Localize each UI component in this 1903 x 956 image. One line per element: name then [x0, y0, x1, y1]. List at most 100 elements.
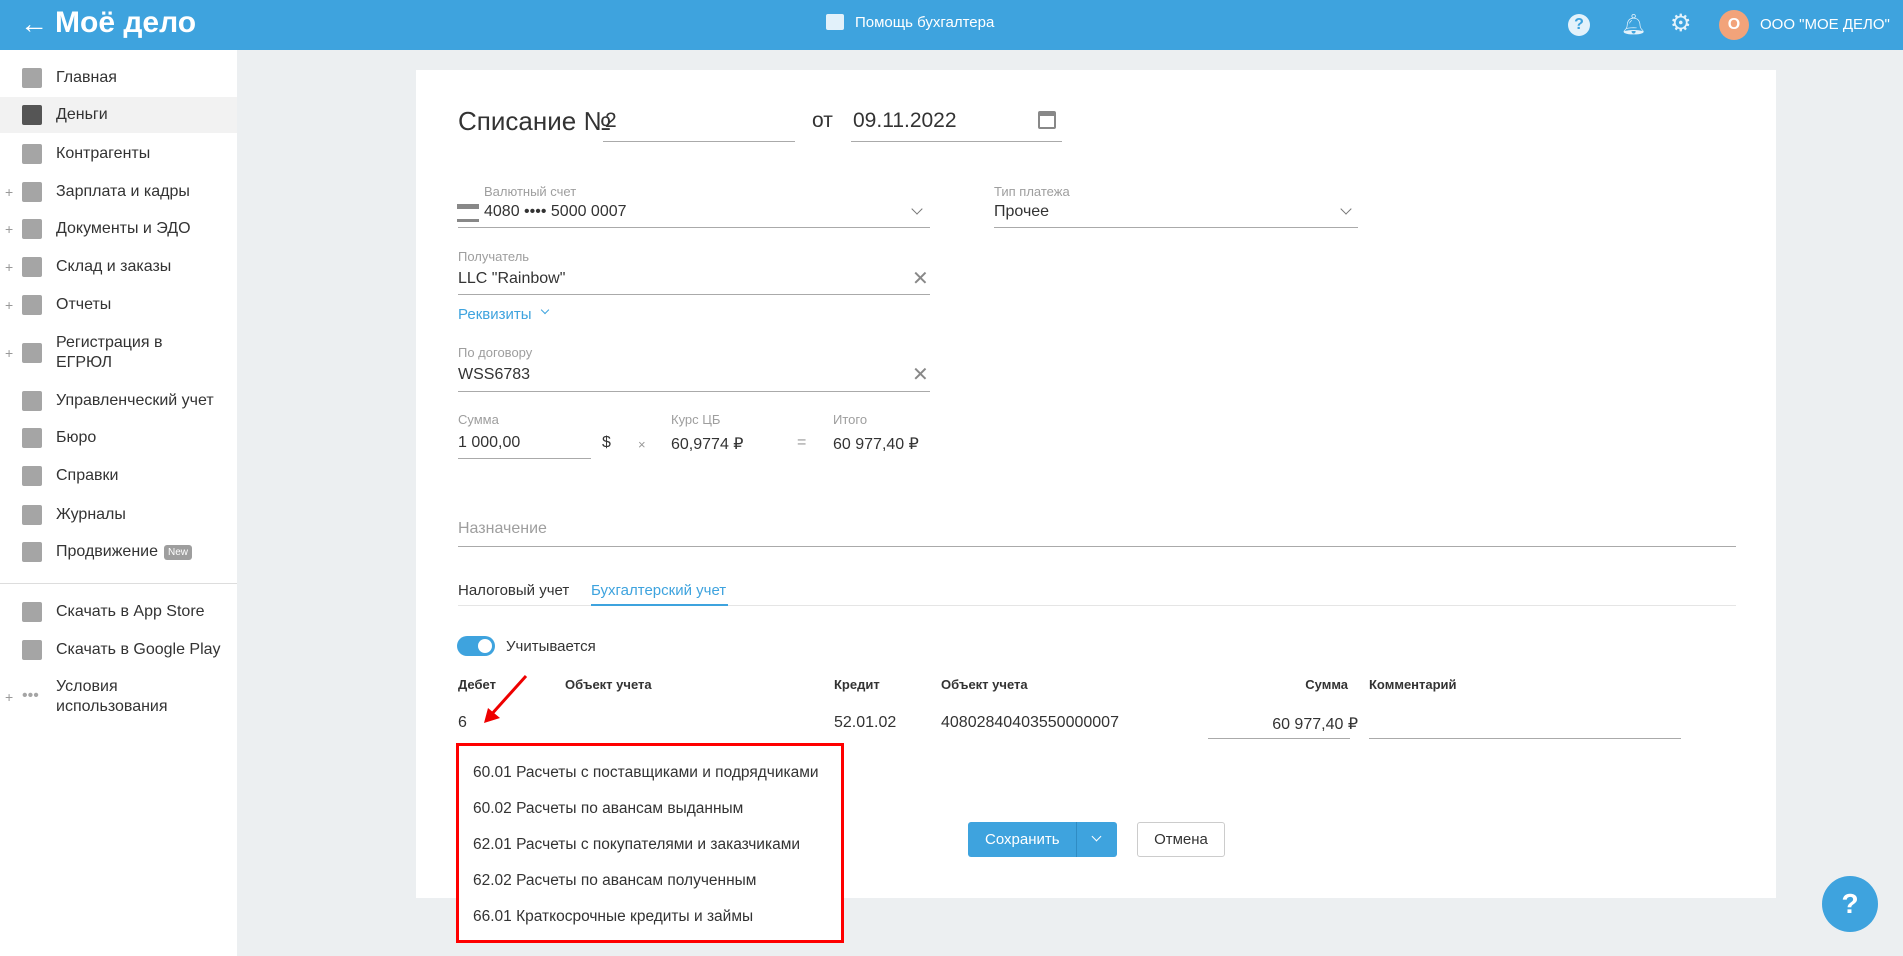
comment-input[interactable] — [1369, 738, 1681, 739]
purpose-input[interactable]: Назначение — [458, 520, 547, 538]
total-value: 60 977,40 ₽ — [833, 436, 919, 453]
dropdown-option[interactable]: 62.02 Расчеты по авансам полученным — [473, 872, 756, 890]
date-input[interactable]: 09.11.2022 — [853, 109, 957, 133]
recipient-input[interactable]: LLC "Rainbow" — [458, 270, 565, 288]
currency: $ — [602, 434, 611, 451]
avatar[interactable]: О — [1719, 10, 1749, 40]
chart-icon — [22, 542, 42, 562]
number-underline — [603, 141, 795, 142]
registration-icon — [22, 343, 42, 363]
help-center-icon — [826, 14, 844, 30]
more-icon: ••• — [22, 687, 39, 704]
sidebar-item-salary[interactable]: + Зарплата и кадры — [0, 174, 237, 210]
account-underline — [458, 227, 930, 228]
clear-icon[interactable]: ✕ — [912, 362, 929, 387]
save-options-chevron-icon[interactable] — [1091, 831, 1102, 842]
clear-icon[interactable]: ✕ — [912, 266, 929, 291]
sidebar-item-googleplay[interactable]: Скачать в Google Play — [0, 632, 237, 668]
dropdown-option[interactable]: 60.02 Расчеты по авансам выданным — [473, 800, 743, 818]
sidebar-item-registration[interactable]: + Регистрация в ЕГРЮЛ — [0, 328, 237, 378]
logo[interactable]: Моё дело — [55, 6, 196, 40]
dropdown-option[interactable]: 62.01 Расчеты с покупателями и заказчика… — [473, 836, 800, 854]
sidebar-item-contractors[interactable]: Контрагенты — [0, 136, 237, 172]
contract-label: По договору — [458, 345, 533, 360]
wallet-icon — [22, 182, 42, 202]
contract-input[interactable]: WSS6783 — [458, 366, 530, 384]
col-sum: Сумма — [1305, 677, 1348, 692]
sidebar-item-money[interactable]: Деньги — [0, 97, 237, 133]
report-icon — [22, 295, 42, 315]
apple-icon — [22, 602, 42, 622]
money-icon — [22, 105, 42, 125]
debit-input[interactable]: 6 — [458, 714, 467, 732]
briefcase-icon — [22, 428, 42, 448]
toggle-label: Учитывается — [506, 638, 596, 655]
cart-icon — [22, 257, 42, 277]
active-tab-indicator — [591, 604, 728, 606]
top-header: ← Моё дело Помощь бухгалтера ? 🔔︎ ⚙ О ОО… — [0, 0, 1903, 50]
dropdown-option[interactable]: 66.01 Краткосрочные кредиты и займы — [473, 908, 753, 926]
book-icon — [22, 505, 42, 525]
sidebar-item-promotion[interactable]: Продвижение New — [0, 534, 237, 570]
sidebar-item-main[interactable]: Главная — [0, 60, 237, 96]
sum-underline — [1208, 738, 1350, 739]
debit-account-dropdown: 60.01 Расчеты с поставщиками и подрядчик… — [456, 743, 844, 943]
equals-sign: = — [797, 434, 807, 451]
list-icon — [22, 466, 42, 486]
play-icon — [22, 640, 42, 660]
contract-underline — [458, 391, 930, 392]
payment-type-select[interactable]: Прочее — [994, 203, 1049, 221]
sidebar-item-appstore[interactable]: Скачать в App Store — [0, 594, 237, 630]
rate-label: Курс ЦБ — [671, 412, 721, 427]
ruble-doc-icon — [22, 391, 42, 411]
help-icon[interactable]: ? — [1568, 14, 1590, 36]
cancel-button[interactable]: Отмена — [1137, 822, 1225, 857]
sidebar-item-references[interactable]: Справки — [0, 458, 237, 494]
sidebar: Главная Деньги Контрагенты + Зарплата и к… — [0, 50, 237, 956]
recipient-label: Получатель — [458, 249, 530, 264]
save-button[interactable]: Сохранить — [968, 822, 1117, 857]
floating-help-button[interactable]: ? — [1822, 876, 1878, 932]
sidebar-item-journals[interactable]: Журналы — [0, 497, 237, 533]
tab-tax[interactable]: Налоговый учет — [458, 582, 569, 599]
org-name[interactable]: ООО "МОЕ ДЕЛО" — [1760, 16, 1890, 33]
sidebar-item-warehouse[interactable]: + Склад и заказы — [0, 249, 237, 285]
payment-type-underline — [994, 227, 1358, 228]
calendar-icon[interactable] — [1038, 111, 1056, 129]
sidebar-item-bureau[interactable]: Бюро — [0, 420, 237, 456]
folder-icon — [22, 219, 42, 239]
sidebar-item-reports[interactable]: + Отчеты — [0, 287, 237, 323]
details-link[interactable]: Реквизиты — [458, 306, 532, 323]
sidebar-item-management[interactable]: Управленческий учет — [0, 383, 237, 419]
gear-icon[interactable]: ⚙ — [1670, 9, 1692, 38]
credit-value[interactable]: 52.01.02 — [834, 714, 896, 732]
back-arrow-icon[interactable]: ← — [20, 8, 48, 40]
sidebar-item-terms[interactable]: + ••• Условия использования — [0, 672, 237, 722]
payment-type-label: Тип платежа — [994, 184, 1070, 199]
total-label: Итого — [833, 412, 868, 427]
tab-accounting[interactable]: Бухгалтерский учет — [591, 582, 726, 599]
rate-value: 60,9774 ₽ — [671, 436, 744, 453]
bell-icon[interactable]: 🔔︎ — [1621, 12, 1646, 37]
sum-underline — [458, 458, 591, 459]
col-credit: Кредит — [834, 677, 880, 692]
sidebar-item-documents[interactable]: + Документы и ЭДО — [0, 211, 237, 247]
person-icon — [22, 144, 42, 164]
accounted-toggle[interactable] — [457, 636, 495, 656]
help-center-link[interactable]: Помощь бухгалтера — [855, 14, 994, 31]
date-underline — [851, 141, 1062, 142]
account-label: Валютный счет — [484, 184, 577, 199]
sum-label: Сумма — [458, 412, 499, 427]
annotation-arrow-icon — [484, 674, 528, 723]
recipient-underline — [458, 294, 930, 295]
dropdown-option[interactable]: 60.01 Расчеты с поставщиками и подрядчик… — [473, 764, 819, 782]
credit-object-value[interactable]: 40802840403550000007 — [941, 714, 1119, 732]
col-debit-object: Объект учета — [565, 677, 652, 692]
home-icon — [22, 68, 42, 88]
number-input[interactable]: 2 — [605, 109, 617, 133]
account-select[interactable]: 4080 •••• 5000 0007 — [484, 203, 627, 221]
sum-input[interactable]: 1 000,00 — [458, 434, 520, 452]
row-sum-input[interactable]: 60 977,40 ₽ — [1208, 714, 1358, 734]
purpose-underline — [458, 546, 1736, 547]
divider — [0, 583, 237, 584]
